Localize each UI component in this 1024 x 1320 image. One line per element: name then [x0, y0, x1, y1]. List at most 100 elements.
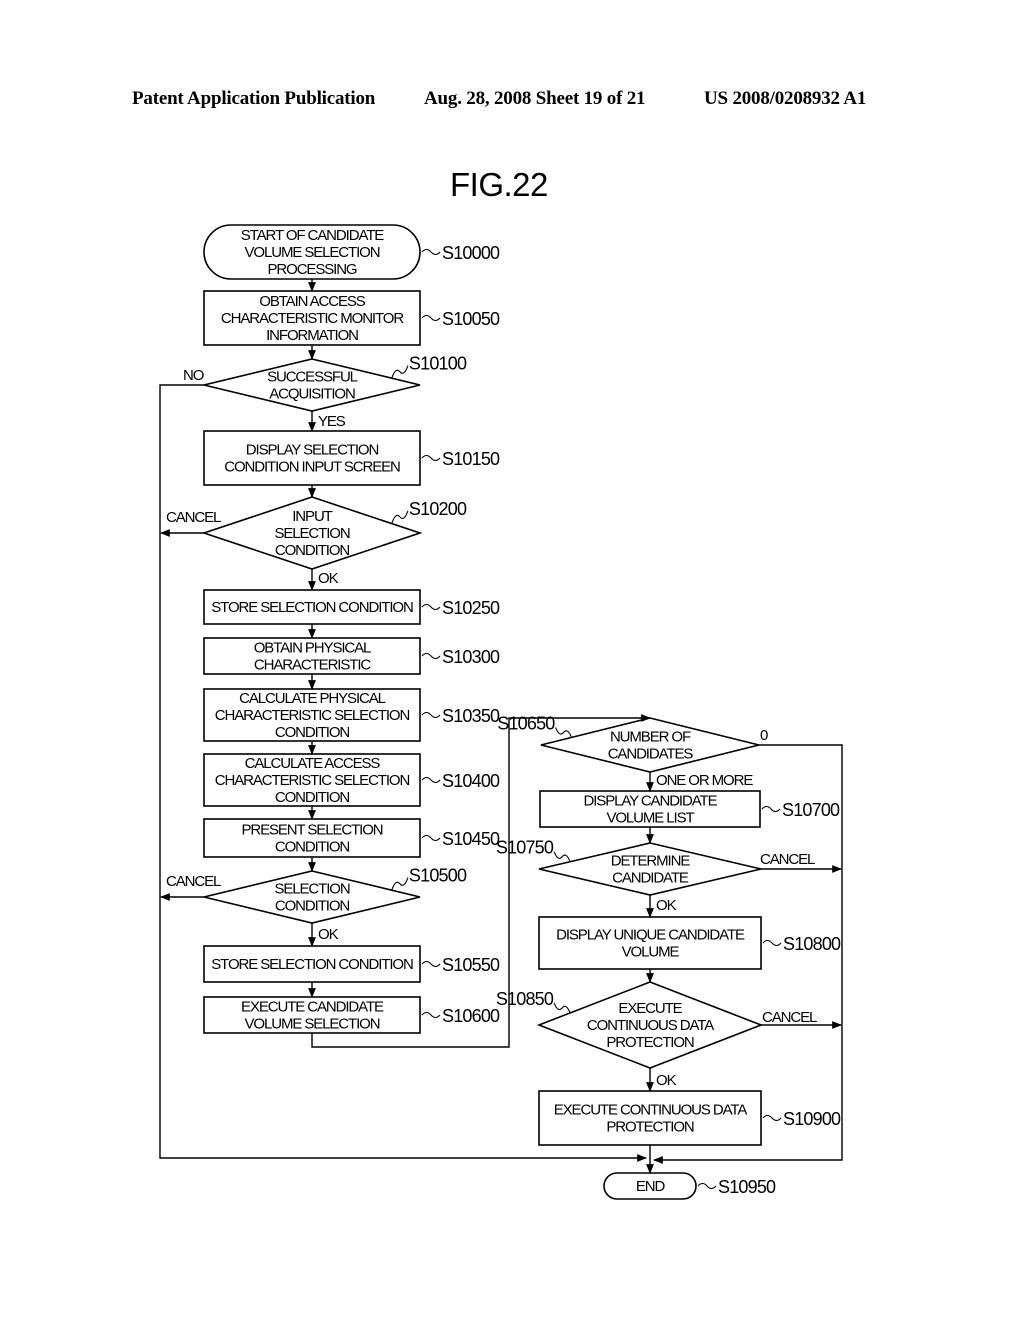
step-label: S10300	[442, 647, 500, 667]
node-s10850: EXECUTECONTINUOUS DATAPROTECTION S10850	[496, 981, 764, 1069]
node-text-line: CALCULATE ACCESS	[245, 755, 381, 772]
node-text-line: CONDITION	[275, 789, 350, 806]
flowchart: START OF CANDIDATEVOLUME SELECTIONPROCES…	[159, 224, 843, 1200]
node-text-line: CHARACTERISTIC MONITOR	[221, 310, 404, 327]
node-text-line: CHARACTERISTIC SELECTION	[215, 707, 410, 724]
node-text-line: OBTAIN PHYSICAL	[254, 640, 371, 657]
node-s10450: PRESENT SELECTIONCONDITION S10450	[203, 818, 501, 858]
node-text-line: CONDITION	[275, 839, 350, 856]
node-text-line: INPUT	[292, 508, 332, 525]
node-text-line: CANDIDATES	[608, 746, 694, 763]
node-text-line: NUMBER OF	[610, 729, 691, 746]
step-label: S10950	[718, 1177, 776, 1197]
node-text-line: SUCCESSFUL	[267, 369, 358, 386]
node-s10300: OBTAIN PHYSICALCHARACTERISTIC S10300	[203, 637, 501, 675]
node-s10400: CALCULATE ACCESSCHARACTERISTIC SELECTION…	[203, 753, 501, 807]
step-label: S10350	[442, 706, 500, 726]
step-label: S10200	[409, 499, 467, 519]
leader-squiggle	[762, 939, 782, 947]
node-text-line: DETERMINE	[611, 853, 691, 870]
step-label: S10250	[442, 598, 500, 618]
leader-squiggle	[391, 510, 409, 524]
node-s10800: DISPLAY UNIQUE CANDIDATEVOLUME S10800	[538, 916, 842, 970]
leader-squiggle	[421, 314, 441, 322]
leader-squiggle	[553, 1002, 571, 1014]
step-label: S10850	[496, 989, 554, 1009]
node-text-line: PROTECTION	[606, 1119, 694, 1136]
node-s10650: NUMBER OFCANDIDATES S10650	[497, 713, 760, 773]
edge-label-s10100-no: NO	[183, 367, 204, 384]
node-text-line: START OF CANDIDATE	[241, 227, 385, 244]
leader-squiggle	[697, 1182, 717, 1190]
edge-label-s10850-cancel: CANCEL	[762, 1009, 817, 1026]
node-text-line: CONDITION INPUT SCREEN	[224, 459, 400, 476]
node-s10100: SUCCESSFULACQUISITION S10100	[203, 354, 468, 412]
leader-squiggle	[555, 727, 573, 738]
node-text-line: VOLUME SELECTION	[245, 1016, 380, 1033]
node-text-line: PRESENT SELECTION	[241, 822, 382, 839]
node-text-line: PROTECTION	[606, 1034, 694, 1051]
step-label: S10600	[442, 1006, 500, 1026]
node-text-line: STORE SELECTION CONDITION	[211, 599, 413, 616]
node-text-line: CANDIDATE	[612, 870, 689, 887]
node-text-line: VOLUME SELECTION	[245, 244, 380, 261]
node-s10600: EXECUTE CANDIDATEVOLUME SELECTION S10600	[203, 996, 501, 1034]
edge-label-s10650-zero: 0	[760, 727, 768, 744]
node-text-line: SELECTION	[274, 881, 349, 898]
node-s10350: CALCULATE PHYSICALCHARACTERISTIC SELECTI…	[203, 688, 501, 742]
step-label: S10550	[442, 955, 500, 975]
node-s10900: EXECUTE CONTINUOUS DATAPROTECTION S10900	[538, 1090, 842, 1146]
leader-squiggle	[421, 711, 441, 719]
leader-squiggle	[421, 1011, 441, 1019]
node-s10000: START OF CANDIDATEVOLUME SELECTIONPROCES…	[203, 224, 501, 280]
node-s10750: DETERMINECANDIDATE S10750	[496, 838, 762, 896]
step-label: S10500	[409, 866, 467, 886]
edge-label-s10200-ok: OK	[318, 570, 339, 587]
node-text-line: DISPLAY SELECTION	[246, 442, 379, 459]
node-text-line: SELECTION	[274, 525, 349, 542]
leader-squiggle	[391, 877, 409, 890]
step-label: S10000	[442, 243, 500, 263]
leader-squiggle	[421, 603, 441, 611]
step-label: S10450	[442, 829, 500, 849]
node-text-line: INFORMATION	[266, 327, 358, 344]
node-text-line: END	[636, 1178, 666, 1195]
step-label: S10900	[783, 1109, 841, 1129]
leader-squiggle	[761, 805, 781, 813]
edge-label-s10750-ok: OK	[656, 897, 677, 914]
node-text-line: EXECUTE	[618, 1000, 682, 1017]
edge-label-s10500-cancel: CANCEL	[166, 873, 221, 890]
edge-label-s10750-cancel: CANCEL	[760, 851, 815, 868]
step-label: S10750	[496, 838, 554, 858]
leader-squiggle	[421, 834, 441, 842]
leader-squiggle	[421, 960, 441, 968]
leader-squiggle	[421, 248, 441, 256]
node-text-line: CALCULATE PHYSICAL	[239, 690, 386, 707]
node-s10200: INPUTSELECTIONCONDITION S10200	[201, 496, 468, 570]
node-text-line: EXECUTE CONTINUOUS DATA	[554, 1102, 748, 1119]
edge-label-s10500-ok: OK	[318, 926, 339, 943]
node-s10550: STORE SELECTION CONDITION S10550	[203, 945, 501, 983]
node-s10150: DISPLAY SELECTIONCONDITION INPUT SCREEN S…	[203, 430, 501, 486]
node-text-line: CONDITION	[275, 898, 350, 915]
node-text-line: DISPLAY UNIQUE CANDIDATE	[556, 927, 745, 944]
edge-label-s10650-one-or-more: ONE OR MORE	[656, 772, 753, 789]
leader-squiggle	[421, 776, 441, 784]
node-s10050: OBTAIN ACCESSCHARACTERISTIC MONITORINFOR…	[203, 290, 501, 346]
step-label: S10050	[442, 309, 500, 329]
node-s10500: SELECTIONCONDITION S10500	[203, 866, 468, 924]
leader-squiggle	[553, 851, 571, 862]
flowchart-nodes: START OF CANDIDATEVOLUME SELECTIONPROCES…	[201, 224, 842, 1200]
node-text-line: OBTAIN ACCESS	[259, 293, 366, 310]
node-text-line: VOLUME LIST	[606, 810, 694, 827]
leader-squiggle	[391, 365, 409, 378]
leader-squiggle	[421, 652, 441, 660]
step-label: S10400	[442, 771, 500, 791]
node-text-line: CONDITION	[275, 724, 350, 741]
edge-label-s10100-yes: YES	[318, 413, 346, 430]
edge-label-s10200-cancel: CANCEL	[166, 509, 221, 526]
node-text-line: DISPLAY CANDIDATE	[583, 793, 717, 810]
step-label: S10700	[782, 800, 840, 820]
node-text-line: CONTINUOUS DATA	[587, 1017, 714, 1034]
node-s10250: STORE SELECTION CONDITION S10250	[203, 589, 501, 625]
